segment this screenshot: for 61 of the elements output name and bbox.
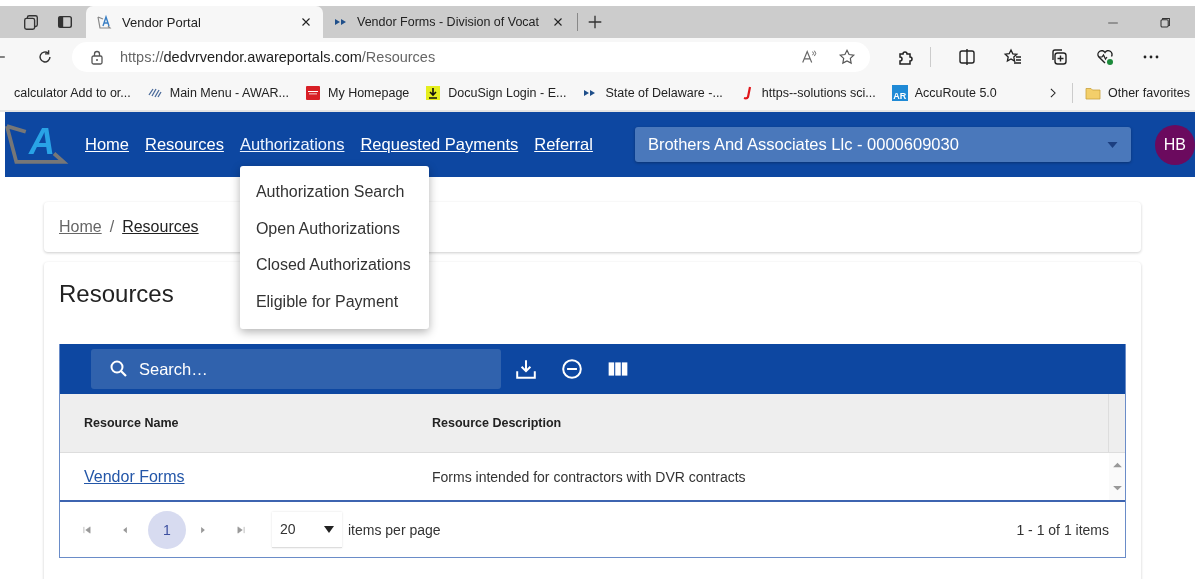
- address-bar[interactable]: https://dedvrvendor.awareportals.com/Resources: [72, 42, 870, 72]
- workspaces-icon[interactable]: [22, 13, 40, 31]
- browser-tab[interactable]: Vendor Portal: [86, 6, 323, 38]
- bookmark[interactable]: My Homepage: [305, 85, 410, 101]
- user-avatar[interactable]: HB: [1154, 124, 1195, 165]
- bookmark[interactable]: State of Delaware -...: [582, 85, 723, 101]
- other-favorites[interactable]: Other favorites: [1085, 85, 1190, 101]
- nav-link[interactable]: Requested Payments: [360, 135, 519, 153]
- lock-icon[interactable]: [90, 49, 104, 65]
- health-icon[interactable]: [1095, 47, 1115, 67]
- bookmark[interactable]: Main Menu - AWAR...: [146, 85, 289, 101]
- split-screen-icon[interactable]: [957, 47, 977, 67]
- first-page-icon[interactable]: [82, 524, 92, 535]
- column-header[interactable]: Resource Name: [60, 416, 432, 430]
- download-icon[interactable]: [515, 358, 537, 380]
- scroll-down-icon[interactable]: [1111, 484, 1123, 492]
- bookmark[interactable]: DocuSign Login - E...: [425, 85, 567, 101]
- bookmark[interactable]: https--solutions sci...: [738, 85, 876, 101]
- new-tab-icon[interactable]: [586, 13, 604, 31]
- portal-logo-icon: [96, 14, 112, 30]
- bookmark[interactable]: calculator Add to or...: [14, 85, 131, 101]
- vendor-select[interactable]: Brothers And Associates Llc - 0000609030: [634, 127, 1131, 162]
- page-button[interactable]: 1: [148, 510, 186, 549]
- collections-icon[interactable]: [1049, 47, 1069, 67]
- breadcrumb-separator: /: [109, 218, 115, 236]
- nav-link[interactable]: Home: [85, 135, 129, 153]
- refresh-icon[interactable]: [36, 48, 54, 66]
- star-icon[interactable]: [838, 48, 856, 66]
- restore-icon[interactable]: [1157, 15, 1173, 31]
- page-size-select[interactable]: 20: [272, 511, 342, 548]
- nav-link[interactable]: Referral: [534, 135, 593, 153]
- last-page-icon[interactable]: [236, 524, 246, 535]
- nav-link[interactable]: Resources: [145, 135, 224, 153]
- tab-actions-icon[interactable]: [56, 13, 74, 31]
- oracle-logo-icon: [305, 85, 321, 101]
- pager-summary: 1 - 1 of 1 items: [1016, 521, 1109, 538]
- resource-link[interactable]: Vendor Forms: [84, 467, 185, 485]
- folder-icon: [1085, 85, 1101, 101]
- favorites-icon[interactable]: [1003, 47, 1023, 67]
- menu-item[interactable]: Eligible for Payment: [239, 283, 429, 320]
- breadcrumb-link[interactable]: Home: [59, 218, 102, 236]
- breadcrumb-link[interactable]: Resources: [122, 218, 199, 236]
- download-icon: [425, 85, 442, 101]
- menu-item[interactable]: Authorization Search: [239, 174, 429, 211]
- scroll-up-icon[interactable]: [1111, 461, 1123, 469]
- search-icon: [109, 359, 129, 379]
- page-title: Resources: [59, 280, 174, 309]
- caret-icon: [324, 525, 334, 533]
- minus-circle-icon[interactable]: [561, 358, 583, 380]
- column-header[interactable]: Resource Description: [432, 416, 1108, 430]
- menu-item[interactable]: Open Authorizations: [239, 210, 429, 247]
- page-size-label: items per page: [348, 521, 441, 538]
- search-field[interactable]: Search…: [91, 349, 501, 389]
- bookmark[interactable]: AR AccuRoute 5.0: [891, 85, 997, 101]
- url-text[interactable]: https://dedvrvendor.awareportals.com/Resources: [120, 49, 436, 65]
- scrollbar[interactable]: [1109, 453, 1125, 500]
- browser-tab[interactable]: Vendor Forms - Division of Vocat: [323, 6, 575, 38]
- menu-item[interactable]: Closed Authorizations: [239, 247, 429, 284]
- nav-link[interactable]: Authorizations: [239, 135, 345, 153]
- caret-icon: [1106, 141, 1118, 148]
- table-cell-text: Forms intended for contractors with DVR contracts: [432, 468, 747, 485]
